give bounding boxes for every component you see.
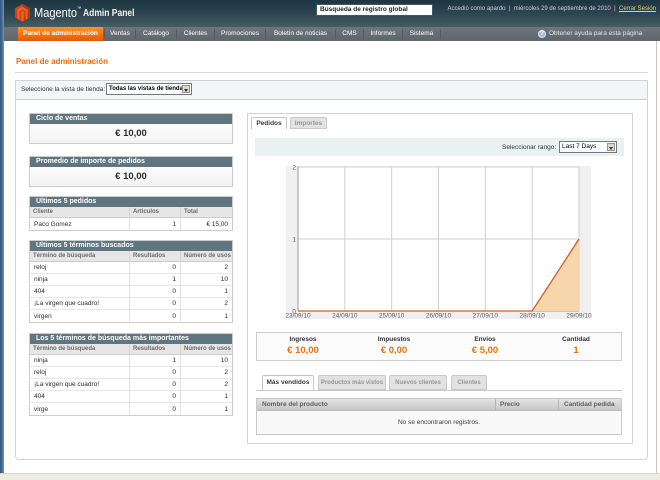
svg-text:26/09/10: 26/09/10: [426, 313, 452, 320]
svg-text:2: 2: [292, 165, 296, 172]
svg-text:1: 1: [292, 237, 296, 244]
svg-text:23/09/10: 23/09/10: [285, 313, 311, 320]
svg-text:28/09/10: 28/09/10: [520, 313, 546, 320]
svg-text:27/09/10: 27/09/10: [473, 313, 499, 320]
svg-text:25/09/10: 25/09/10: [379, 313, 405, 320]
svg-text:24/09/10: 24/09/10: [332, 313, 358, 320]
svg-text:29/09/10: 29/09/10: [566, 313, 592, 320]
